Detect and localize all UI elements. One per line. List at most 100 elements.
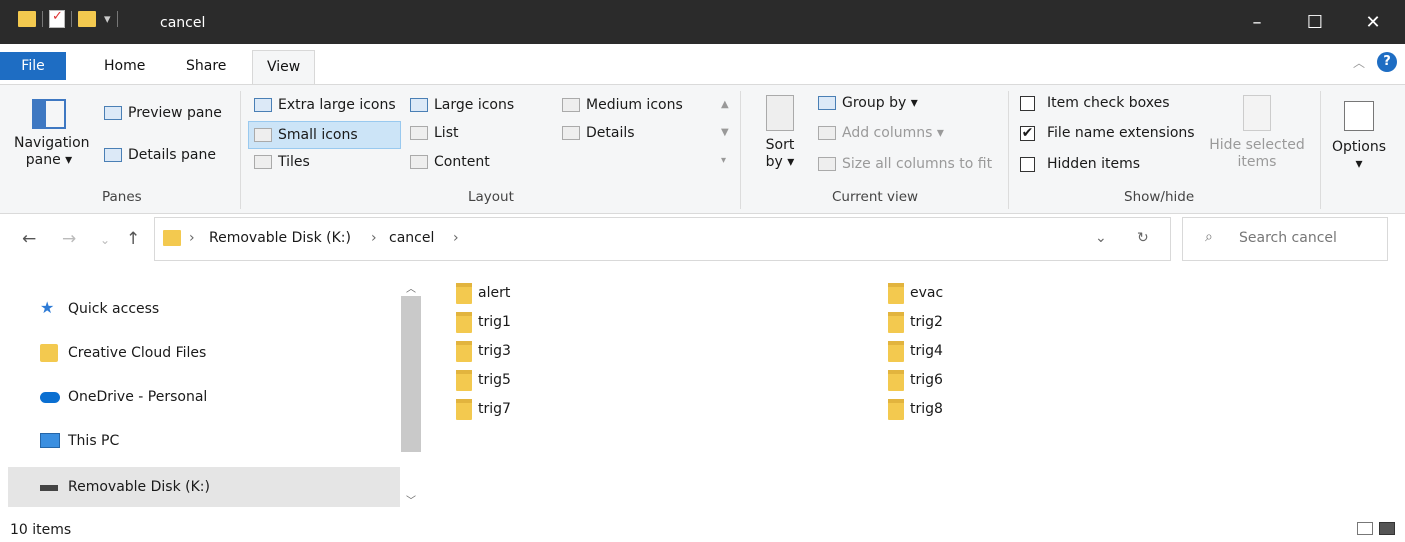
creative-cloud-icon: [40, 344, 58, 362]
hide-selected-label-line2: items: [1237, 154, 1277, 170]
large-icons-view-icon[interactable]: [1379, 522, 1395, 535]
chevron-down-icon[interactable]: ⌄: [1095, 230, 1107, 246]
hidden-items-checkbox[interactable]: [1020, 156, 1035, 172]
separator: [116, 11, 118, 27]
star-icon: ★: [40, 298, 55, 317]
help-icon[interactable]: ?: [1377, 52, 1397, 72]
options-button[interactable]: Options ▾: [1326, 101, 1392, 173]
folder-item[interactable]: trig3: [456, 338, 511, 364]
status-item-count: 10 items: [10, 522, 72, 538]
size-all-columns-button[interactable]: Size all columns to fit: [818, 156, 992, 172]
search-icon: ⌕: [1205, 229, 1213, 245]
properties-icon[interactable]: [49, 9, 65, 28]
folder-icon: [456, 282, 472, 304]
folder-item[interactable]: evac: [888, 280, 943, 306]
nav-item-onedrive[interactable]: OneDrive - Personal: [8, 377, 400, 417]
layout-scroll-up-icon[interactable]: ▲: [721, 99, 729, 110]
content-label: Content: [434, 154, 490, 170]
scroll-down-icon[interactable]: ﹀: [406, 492, 416, 507]
item-check-boxes-checkbox[interactable]: [1020, 95, 1035, 111]
tab-file[interactable]: File: [0, 52, 66, 80]
chevron-right-icon[interactable]: ›: [453, 230, 459, 246]
file-name-extensions-checkbox[interactable]: ✔: [1020, 125, 1035, 141]
hide-selected-items-button[interactable]: Hide selected items: [1204, 95, 1310, 171]
group-divider: [1320, 91, 1321, 209]
back-arrow-icon[interactable]: ←: [22, 229, 36, 249]
tab-view[interactable]: View: [252, 50, 316, 85]
group-by-button[interactable]: Group by ▾: [818, 95, 918, 111]
extra-large-icons-icon: [254, 98, 272, 112]
medium-icons-icon: [562, 98, 580, 112]
nav-item-quick-access[interactable]: ★ Quick access: [8, 289, 400, 329]
large-icons-label: Large icons: [434, 97, 515, 113]
refresh-icon[interactable]: ↻: [1137, 230, 1149, 246]
collapse-ribbon-icon[interactable]: ︿: [1353, 54, 1365, 71]
small-icons-label: Small icons: [278, 127, 358, 143]
sort-by-button[interactable]: Sort by ▾: [756, 95, 804, 171]
nav-item-creative-cloud[interactable]: Creative Cloud Files: [8, 333, 400, 373]
add-columns-icon: [818, 126, 836, 140]
group-by-label: Group by ▾: [842, 95, 918, 111]
tab-share[interactable]: Share: [172, 50, 240, 84]
folder-name: trig3: [478, 343, 511, 359]
folder-item[interactable]: trig5: [456, 367, 511, 393]
close-button[interactable]: ✕: [1344, 0, 1402, 44]
folder-item[interactable]: trig2: [888, 309, 943, 335]
medium-icons-option[interactable]: Medium icons: [562, 97, 683, 113]
medium-icons-label: Medium icons: [586, 97, 683, 113]
folder-item[interactable]: trig1: [456, 309, 511, 335]
folder-icon: [888, 369, 904, 391]
nav-item-removable-disk[interactable]: Removable Disk (K:): [8, 467, 400, 507]
navigation-pane-button[interactable]: Navigation pane ▾: [14, 99, 90, 169]
folder-item[interactable]: trig6: [888, 367, 943, 393]
tiles-option[interactable]: Tiles: [254, 154, 310, 170]
item-check-boxes-toggle[interactable]: Item check boxes: [1020, 95, 1170, 111]
details-view-icon[interactable]: [1357, 522, 1373, 535]
navigation-pane-dropdown: pane ▾: [25, 152, 73, 168]
up-arrow-icon[interactable]: ↑: [126, 229, 140, 249]
scroll-up-icon[interactable]: ︿: [406, 280, 416, 295]
address-bar[interactable]: › Removable Disk (K:) › cancel › ⌄ ↻: [154, 217, 1171, 261]
layout-scroll-down-icon[interactable]: ▼: [721, 127, 729, 138]
folder-item[interactable]: trig7: [456, 396, 511, 422]
minimize-button[interactable]: –: [1228, 0, 1286, 44]
nav-item-label: Removable Disk (K:): [68, 479, 210, 495]
layout-more-icon[interactable]: ▾: [721, 155, 726, 166]
nav-item-this-pc[interactable]: This PC: [8, 421, 400, 461]
small-icons-option[interactable]: Small icons: [248, 121, 401, 149]
chevron-right-icon[interactable]: ›: [371, 230, 377, 246]
details-option[interactable]: Details: [562, 125, 635, 141]
customize-toolbar-icon[interactable]: ▾: [104, 12, 111, 27]
hidden-items-toggle[interactable]: Hidden items: [1020, 156, 1140, 172]
large-icons-option[interactable]: Large icons: [410, 97, 514, 113]
nav-pane-scrollbar[interactable]: ︿ ﹀: [400, 280, 422, 508]
scrollbar-thumb[interactable]: [401, 296, 421, 452]
chevron-right-icon[interactable]: ›: [189, 230, 195, 246]
folder-icon: [888, 282, 904, 304]
folder-item[interactable]: trig4: [888, 338, 943, 364]
recent-locations-icon[interactable]: ⌄: [100, 233, 110, 247]
extra-large-icons-option[interactable]: Extra large icons: [254, 97, 396, 113]
file-name-extensions-toggle[interactable]: ✔ File name extensions: [1020, 125, 1195, 141]
details-label: Details: [586, 125, 635, 141]
tab-home[interactable]: Home: [90, 50, 159, 84]
folder-name: trig8: [910, 401, 943, 417]
folder-name: trig1: [478, 314, 511, 330]
forward-arrow-icon[interactable]: →: [62, 229, 76, 249]
file-name-extensions-label: File name extensions: [1047, 125, 1195, 141]
details-pane-button[interactable]: Details pane: [104, 147, 216, 163]
list-icon: [410, 126, 428, 140]
list-option[interactable]: List: [410, 125, 458, 141]
preview-pane-button[interactable]: Preview pane: [104, 105, 222, 121]
folder-name: trig5: [478, 372, 511, 388]
search-input[interactable]: ⌕ Search cancel: [1182, 217, 1388, 261]
folder-item[interactable]: trig8: [888, 396, 943, 422]
large-icons-icon: [410, 98, 428, 112]
folder-item[interactable]: alert: [456, 280, 510, 306]
content-option[interactable]: Content: [410, 154, 490, 170]
breadcrumb-removable-disk[interactable]: Removable Disk (K:): [209, 230, 351, 246]
new-folder-icon[interactable]: [78, 11, 96, 27]
breadcrumb-cancel[interactable]: cancel: [389, 230, 434, 246]
add-columns-button[interactable]: Add columns ▾: [818, 125, 944, 141]
maximize-button[interactable]: ☐: [1286, 0, 1344, 44]
